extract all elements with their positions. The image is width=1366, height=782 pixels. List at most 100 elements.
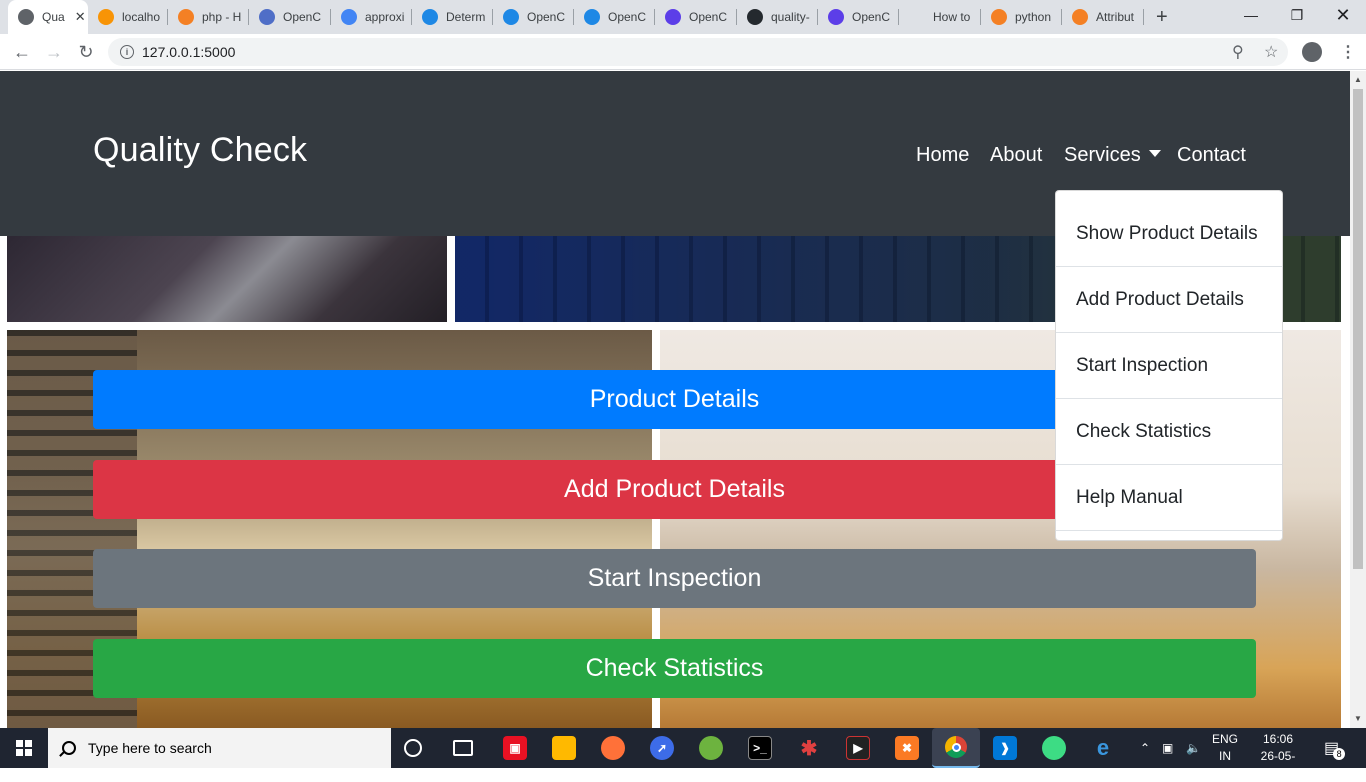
browser-tab-strip: Qua ✕ localho php - H OpenC approxi Determ Open… (0, 0, 1366, 34)
browser-tab[interactable]: approxi (331, 0, 412, 34)
profile-avatar-icon[interactable] (1302, 42, 1322, 62)
services-dropdown-menu: Show Product Details Add Product Details… (1055, 190, 1283, 541)
browser-tab[interactable]: php - H (168, 0, 249, 34)
nav-home[interactable]: Home (916, 144, 969, 167)
scroll-down-arrow-icon[interactable]: ▼ (1354, 714, 1362, 723)
back-button[interactable]: ← (10, 40, 34, 64)
dropdown-item-check-statistics[interactable]: Check Statistics (1056, 399, 1282, 465)
new-tab-button[interactable]: + (1156, 6, 1168, 29)
nav-contact[interactable]: Contact (1177, 144, 1246, 167)
dropdown-item-show-product-details[interactable]: Show Product Details (1056, 201, 1282, 267)
browser-tab[interactable]: Attribut (1062, 0, 1144, 34)
browser-tab-title: How to (933, 10, 971, 24)
maximize-button[interactable]: ❐ (1274, 0, 1320, 30)
windows-taskbar: Type here to search ▣ ➚ >_ ✱ ▶ ✖ ❱ e ⌃ ▣… (0, 728, 1366, 780)
browser-tab[interactable]: OpenC (493, 0, 574, 34)
globe-icon (18, 9, 34, 25)
browser-tab[interactable]: Qua ✕ (8, 0, 88, 34)
browser-tab[interactable]: python (981, 0, 1062, 34)
check-statistics-button[interactable]: Check Statistics (93, 639, 1256, 698)
pyimagesearch-icon (422, 9, 438, 25)
android-studio-icon[interactable] (1042, 736, 1066, 760)
dropdown-item-add-product-details[interactable]: Add Product Details (1056, 267, 1282, 333)
clock-time: 16:06 (1262, 732, 1294, 746)
opencv-icon (828, 9, 844, 25)
language-region: IN (1219, 749, 1231, 763)
blank-icon (909, 9, 925, 25)
browser-tab[interactable]: OpenC (655, 0, 737, 34)
search-icon (62, 741, 76, 755)
tk-icon (259, 9, 275, 25)
menu-kebab-icon[interactable]: ⋮ (1340, 42, 1356, 62)
hero-image-left (7, 235, 447, 322)
forward-button[interactable]: → (42, 40, 66, 64)
scrollbar-thumb[interactable] (1353, 89, 1363, 569)
browser-tab-title: Determ (446, 10, 486, 24)
browser-tab[interactable]: Determ (412, 0, 493, 34)
volume-icon[interactable]: 🔈 (1186, 728, 1201, 768)
zoom-icon[interactable]: ⚲ (1232, 42, 1244, 62)
close-tab-icon[interactable]: ✕ (75, 9, 86, 25)
browser-tab-title: OpenC (527, 10, 566, 24)
phpmyadmin-icon (98, 9, 114, 25)
address-bar[interactable]: i 127.0.0.1:5000 (108, 38, 1288, 66)
file-explorer-icon[interactable] (552, 736, 576, 760)
bookmark-star-icon[interactable]: ☆ (1264, 42, 1278, 62)
chrome-icon (945, 736, 967, 758)
opencv-icon (665, 9, 681, 25)
network-icon[interactable]: ▣ (1162, 728, 1173, 768)
media-app-icon[interactable]: ▶ (846, 736, 870, 760)
spring-tools-icon[interactable] (699, 736, 723, 760)
stackoverflow-icon (991, 9, 1007, 25)
site-info-icon[interactable]: i (120, 45, 134, 59)
browser-tab[interactable]: OpenC (249, 0, 331, 34)
taskbar-clock[interactable]: 16:06 26-05-2020 (1248, 731, 1308, 782)
firefox-icon[interactable] (601, 736, 625, 760)
browser-tab-title: Attribut (1096, 10, 1135, 24)
browser-tab-title: php - H (202, 10, 242, 24)
scroll-up-arrow-icon[interactable]: ▲ (1354, 75, 1362, 84)
close-window-button[interactable]: ✕ (1320, 0, 1366, 30)
task-view-icon[interactable] (453, 740, 473, 756)
browser-tab-title: localho (122, 10, 161, 24)
browser-tab[interactable]: quality- (737, 0, 818, 34)
browser-tab[interactable]: How to (899, 0, 981, 34)
tray-chevron-icon[interactable]: ⌃ (1140, 728, 1150, 768)
google-icon (341, 9, 357, 25)
browser-tab[interactable]: OpenC (818, 0, 899, 34)
action-center-icon[interactable]: ▤ 8 (1324, 728, 1351, 768)
browser-tab-title: OpenC (608, 10, 647, 24)
browser-tab-title: quality- (771, 10, 810, 24)
stackoverflow-icon (178, 9, 194, 25)
dropdown-item-start-inspection[interactable]: Start Inspection (1056, 333, 1282, 399)
nav-about[interactable]: About (990, 144, 1042, 167)
browser-tab[interactable]: localho (88, 0, 168, 34)
windows-logo-icon (16, 740, 32, 756)
browser-tab[interactable]: OpenC (574, 0, 655, 34)
app-reader-icon[interactable]: ▣ (503, 736, 527, 760)
language-code: ENG (1211, 732, 1238, 746)
terminal-icon[interactable]: >_ (748, 736, 772, 760)
minimize-button[interactable]: — (1228, 0, 1274, 30)
edge-icon[interactable]: e (1091, 735, 1115, 760)
reload-button[interactable]: ↻ (74, 40, 98, 64)
language-indicator[interactable]: ENG IN (1208, 731, 1242, 765)
xampp-icon[interactable]: ✖ (895, 736, 919, 760)
github-icon (747, 9, 763, 25)
start-button[interactable] (0, 728, 48, 768)
browser-tab-title: OpenC (852, 10, 891, 24)
nav-services[interactable]: Services (1064, 144, 1161, 167)
caret-down-icon (1148, 150, 1161, 157)
spider-app-icon[interactable]: ✱ (797, 736, 821, 760)
cortana-icon[interactable] (404, 739, 422, 757)
taskbar-search-box[interactable]: Type here to search (48, 728, 391, 768)
nav-services-label: Services (1064, 144, 1141, 166)
dropdown-item-help-manual[interactable]: Help Manual (1056, 465, 1282, 531)
taskbar-search-placeholder: Type here to search (88, 740, 212, 756)
vscode-icon[interactable]: ❱ (993, 736, 1017, 760)
compass-app-icon[interactable]: ➚ (650, 736, 674, 760)
chrome-taskbar-button[interactable] (932, 728, 980, 768)
start-inspection-button[interactable]: Start Inspection (93, 549, 1256, 608)
brand-title[interactable]: Quality Check (93, 131, 307, 170)
vertical-scrollbar[interactable]: ▲ ▼ (1350, 71, 1366, 728)
